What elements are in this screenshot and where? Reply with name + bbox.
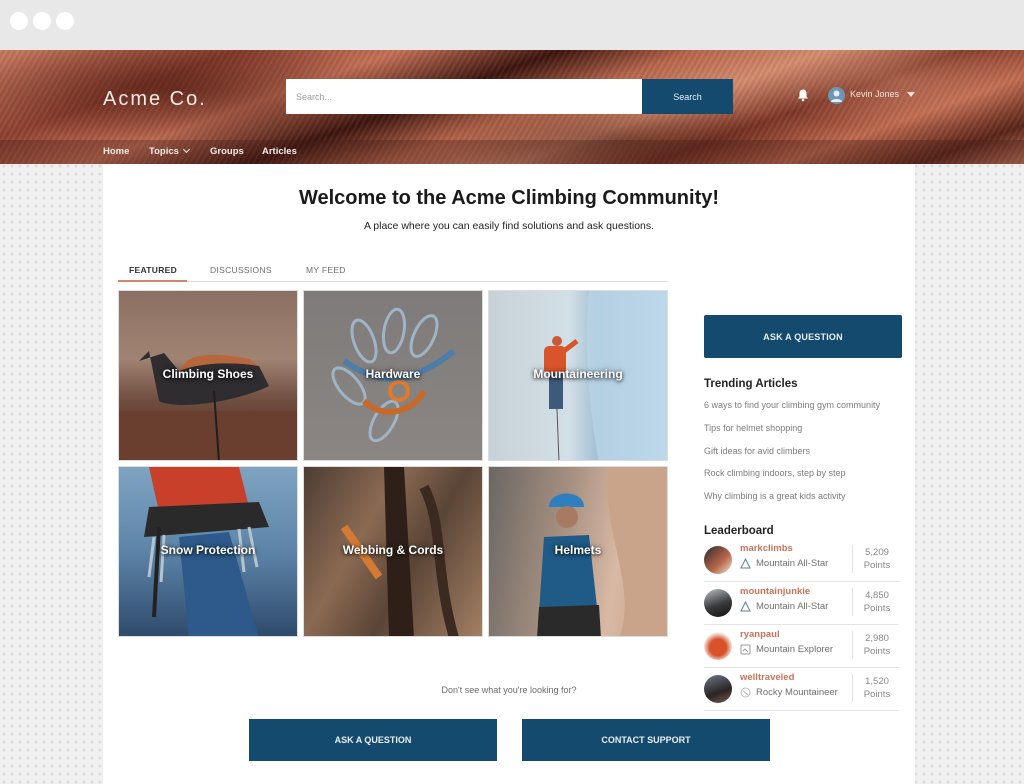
- nav-item-groups[interactable]: Groups: [210, 146, 244, 157]
- topic-tile-climbing-shoes[interactable]: Climbing Shoes: [118, 290, 298, 461]
- main-content: Welcome to the Acme Climbing Community! …: [103, 164, 915, 784]
- leaderboard-row: mountainjunkie Mountain All-Star 4,850 P…: [704, 582, 899, 625]
- divider: [852, 545, 853, 573]
- points-label: Points: [863, 560, 891, 571]
- nav-item-topics-label: Topics: [149, 146, 179, 157]
- triangle-mountain-icon: [740, 558, 751, 569]
- points-value: 2,980: [865, 633, 889, 644]
- main-nav: Home Topics Groups Articles: [0, 140, 1024, 164]
- page-viewport: Acme Co. Search Kevin Jones Home Topics …: [0, 50, 1024, 784]
- trending-article-link[interactable]: Gift ideas for avid climbers: [704, 446, 810, 456]
- tab-discussions[interactable]: DISCUSSIONS: [210, 265, 272, 275]
- leaderboard-rank: Mountain All-Star: [756, 558, 829, 569]
- divider: [852, 588, 853, 616]
- header-banner: Acme Co. Search Kevin Jones Home Topics …: [0, 50, 1024, 164]
- site-logo[interactable]: Acme Co.: [103, 88, 207, 111]
- topic-label: Helmets: [554, 543, 602, 557]
- trending-article-link[interactable]: Tips for helmet shopping: [704, 423, 802, 433]
- window-close-button[interactable]: [10, 12, 28, 30]
- browser-chrome: [0, 0, 1024, 50]
- topic-tile-mountaineering[interactable]: Mountaineering: [488, 290, 668, 461]
- footer-prompt: Don't see what you're looking for?: [441, 685, 577, 695]
- tab-my-feed[interactable]: MY FEED: [306, 265, 346, 275]
- leaderboard-row: ryanpaul Mountain Explorer 2,980 Points: [704, 625, 899, 668]
- leaderboard-points: 5,209 Points: [856, 546, 898, 572]
- map-badge-icon: [740, 644, 751, 655]
- window-maximize-button[interactable]: [56, 12, 74, 30]
- caret-down-icon[interactable]: [907, 92, 915, 97]
- leaderboard-username[interactable]: markclimbs: [740, 543, 793, 554]
- divider: [852, 631, 853, 659]
- contact-support-button[interactable]: CONTACT SUPPORT: [522, 719, 770, 761]
- nav-item-topics[interactable]: Topics: [149, 145, 190, 157]
- leaderboard-rank: Mountain Explorer: [756, 644, 834, 655]
- user-avatar-icon[interactable]: [828, 87, 845, 104]
- nav-item-articles[interactable]: Articles: [262, 146, 297, 157]
- trending-article-link[interactable]: Why climbing is a great kids activity: [704, 491, 846, 501]
- points-value: 5,209: [865, 547, 889, 558]
- topic-label: Webbing & Cords: [342, 543, 444, 557]
- points-label: Points: [863, 603, 891, 614]
- leaderboard-row: markclimbs Mountain All-Star 5,209 Point…: [704, 539, 899, 582]
- page-subtitle: A place where you can easily find soluti…: [363, 220, 655, 232]
- topic-tile-webbing-cords[interactable]: Webbing & Cords: [303, 466, 483, 637]
- topic-label: Hardware: [365, 367, 421, 381]
- avatar[interactable]: [704, 589, 732, 617]
- search-button[interactable]: Search: [642, 79, 733, 114]
- leaderboard-username[interactable]: welltraveled: [740, 672, 794, 683]
- tab-featured[interactable]: FEATURED: [129, 265, 177, 275]
- avatar[interactable]: [704, 632, 732, 660]
- nav-item-home[interactable]: Home: [103, 146, 129, 157]
- points-value: 4,850: [865, 590, 889, 601]
- avatar[interactable]: [704, 546, 732, 574]
- content-tabs: FEATURED DISCUSSIONS MY FEED: [118, 261, 668, 282]
- topic-tile-snow-protection[interactable]: Snow Protection: [118, 466, 298, 637]
- trending-article-link[interactable]: Rock climbing indoors, step by step: [704, 468, 846, 478]
- topic-label: Mountaineering: [533, 367, 623, 381]
- leaderboard-rank: Mountain All-Star: [756, 601, 829, 612]
- triangle-mountain-icon: [740, 601, 751, 612]
- topic-label: Climbing Shoes: [162, 367, 254, 381]
- leaderboard-points: 4,850 Points: [856, 589, 898, 615]
- trending-article-link[interactable]: 6 ways to find your climbing gym communi…: [704, 400, 880, 410]
- chevron-down-icon: [182, 145, 190, 154]
- bell-icon[interactable]: [796, 88, 810, 102]
- topic-tile-hardware[interactable]: Hardware: [303, 290, 483, 461]
- sidebar-ask-question-button[interactable]: ASK A QUESTION: [704, 315, 902, 358]
- leaderboard-heading: Leaderboard: [704, 525, 774, 537]
- window-minimize-button[interactable]: [33, 12, 51, 30]
- active-tab-indicator: [118, 280, 187, 282]
- user-name[interactable]: Kevin Jones: [850, 89, 899, 99]
- topic-tile-helmets[interactable]: Helmets: [488, 466, 668, 637]
- leaderboard-username[interactable]: mountainjunkie: [740, 586, 810, 597]
- footer-ask-question-button[interactable]: ASK A QUESTION: [249, 719, 497, 761]
- leaderboard-points: 2,980 Points: [856, 632, 898, 658]
- topic-label: Snow Protection: [160, 543, 256, 557]
- page-title: Welcome to the Acme Climbing Community!: [298, 187, 720, 209]
- search-input[interactable]: [286, 79, 642, 114]
- points-label: Points: [863, 646, 891, 657]
- leaderboard-username[interactable]: ryanpaul: [740, 629, 780, 640]
- trending-articles-heading: Trending Articles: [704, 378, 798, 390]
